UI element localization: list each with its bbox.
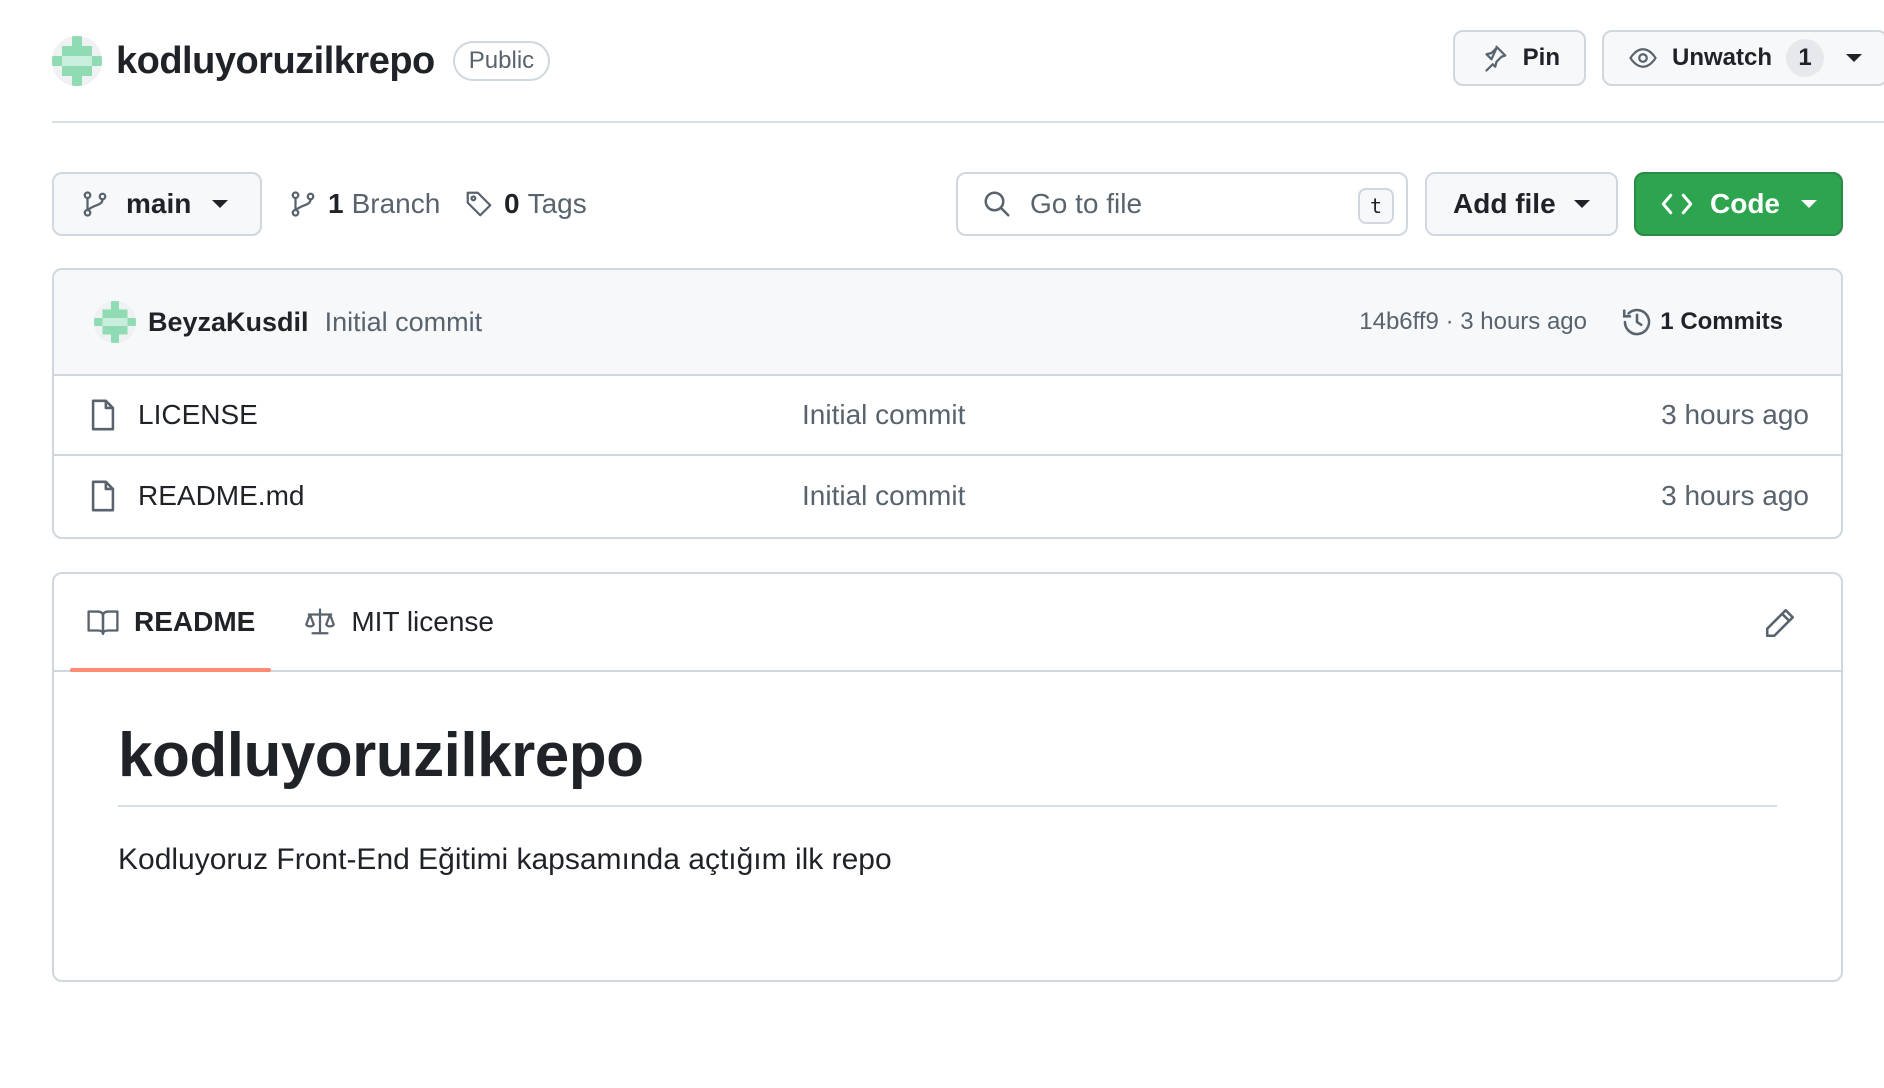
repo-owner-avatar[interactable] bbox=[52, 36, 102, 86]
repository-page: kodluyoruzilkrepo Public Pin Unwatch 1 m… bbox=[0, 0, 1884, 1088]
tag-count: 0 bbox=[504, 188, 520, 219]
tab-readme-label: README bbox=[134, 606, 256, 637]
visibility-badge: Public bbox=[452, 41, 551, 81]
code-icon bbox=[1661, 193, 1693, 215]
readme-tabs: README MIT license bbox=[54, 574, 1841, 672]
repo-header: kodluyoruzilkrepo Public Pin Unwatch 1 bbox=[52, 30, 1884, 92]
branches-link[interactable]: 1 Branch bbox=[288, 172, 440, 236]
git-branch-icon bbox=[83, 191, 107, 217]
commit-sha-time[interactable]: 14b6ff9 · 3 hours ago bbox=[1359, 308, 1587, 336]
unwatch-label: Unwatch bbox=[1671, 44, 1772, 71]
header-actions: Pin Unwatch 1 bbox=[1452, 30, 1884, 86]
go-to-file-input[interactable]: Go to file t bbox=[956, 172, 1408, 236]
branch-selector[interactable]: main bbox=[52, 172, 262, 236]
pin-label: Pin bbox=[1522, 44, 1560, 71]
file-commit-message[interactable]: Initial commit bbox=[802, 480, 965, 512]
add-file-button[interactable]: Add file bbox=[1425, 172, 1618, 236]
tag-label: Tags bbox=[527, 188, 587, 219]
branch-name: main bbox=[126, 188, 192, 219]
tab-license[interactable]: MIT license bbox=[303, 574, 494, 670]
tag-icon bbox=[466, 191, 492, 217]
pin-button[interactable]: Pin bbox=[1452, 30, 1586, 86]
code-button[interactable]: Code bbox=[1634, 172, 1843, 236]
file-name[interactable]: LICENSE bbox=[138, 399, 258, 431]
eye-icon bbox=[1629, 48, 1657, 68]
commit-message[interactable]: Initial commit bbox=[325, 307, 483, 338]
file-commit-time: 3 hours ago bbox=[1661, 399, 1809, 430]
branch-label: Branch bbox=[351, 188, 441, 219]
readme-panel: README MIT license kodluyoruzilkrepo Kod… bbox=[52, 572, 1843, 982]
chevron-down-icon bbox=[1846, 54, 1862, 62]
history-icon bbox=[1623, 308, 1651, 336]
git-branch-icon bbox=[291, 191, 315, 217]
chevron-down-icon bbox=[1574, 200, 1590, 208]
tags-link[interactable]: 0 Tags bbox=[464, 172, 587, 236]
commits-label: 1 Commits bbox=[1660, 308, 1783, 335]
commit-author[interactable]: BeyzaKusdil bbox=[148, 307, 309, 338]
search-icon bbox=[984, 191, 1010, 217]
repo-name[interactable]: kodluyoruzilkrepo bbox=[116, 40, 435, 83]
tab-readme[interactable]: README bbox=[69, 574, 272, 672]
book-icon bbox=[87, 610, 119, 635]
law-icon bbox=[305, 608, 336, 635]
code-label: Code bbox=[1710, 188, 1780, 219]
search-placeholder: Go to file bbox=[1030, 188, 1143, 219]
pencil-icon[interactable] bbox=[1763, 606, 1797, 640]
latest-commit-bar: BeyzaKusdil Initial commit 14b6ff9 · 3 h… bbox=[54, 270, 1841, 376]
file-commit-message[interactable]: Initial commit bbox=[802, 399, 965, 431]
readme-text: Kodluyoruz Front-End Eğitimi kapsamında … bbox=[118, 843, 892, 876]
repo-toolbar: main 1 Branch 0 Tags Go to file t Add fi… bbox=[52, 172, 1843, 236]
pin-icon bbox=[1485, 45, 1507, 72]
file-icon bbox=[91, 480, 115, 512]
branch-count: 1 bbox=[328, 188, 344, 219]
file-row[interactable]: README.md Initial commit 3 hours ago bbox=[54, 456, 1841, 536]
unwatch-button[interactable]: Unwatch 1 bbox=[1601, 30, 1884, 86]
add-file-label: Add file bbox=[1453, 188, 1556, 219]
file-browser: BeyzaKusdil Initial commit 14b6ff9 · 3 h… bbox=[52, 268, 1843, 539]
readme-title: kodluyoruzilkrepo bbox=[118, 720, 1777, 807]
file-icon bbox=[91, 399, 115, 431]
file-row[interactable]: LICENSE Initial commit 3 hours ago bbox=[54, 376, 1841, 456]
keyboard-shortcut-hint: t bbox=[1358, 188, 1394, 224]
header-divider bbox=[52, 121, 1884, 123]
tab-license-label: MIT license bbox=[351, 606, 494, 637]
watch-count: 1 bbox=[1786, 39, 1824, 77]
file-name[interactable]: README.md bbox=[138, 480, 304, 512]
readme-content: kodluyoruzilkrepo Kodluyoruz Front-End E… bbox=[54, 672, 1841, 877]
chevron-down-icon bbox=[212, 200, 228, 208]
commits-link[interactable]: 1 Commits bbox=[1620, 305, 1783, 339]
file-commit-time: 3 hours ago bbox=[1661, 480, 1809, 511]
commit-author-avatar[interactable] bbox=[94, 301, 136, 343]
chevron-down-icon bbox=[1801, 200, 1817, 208]
